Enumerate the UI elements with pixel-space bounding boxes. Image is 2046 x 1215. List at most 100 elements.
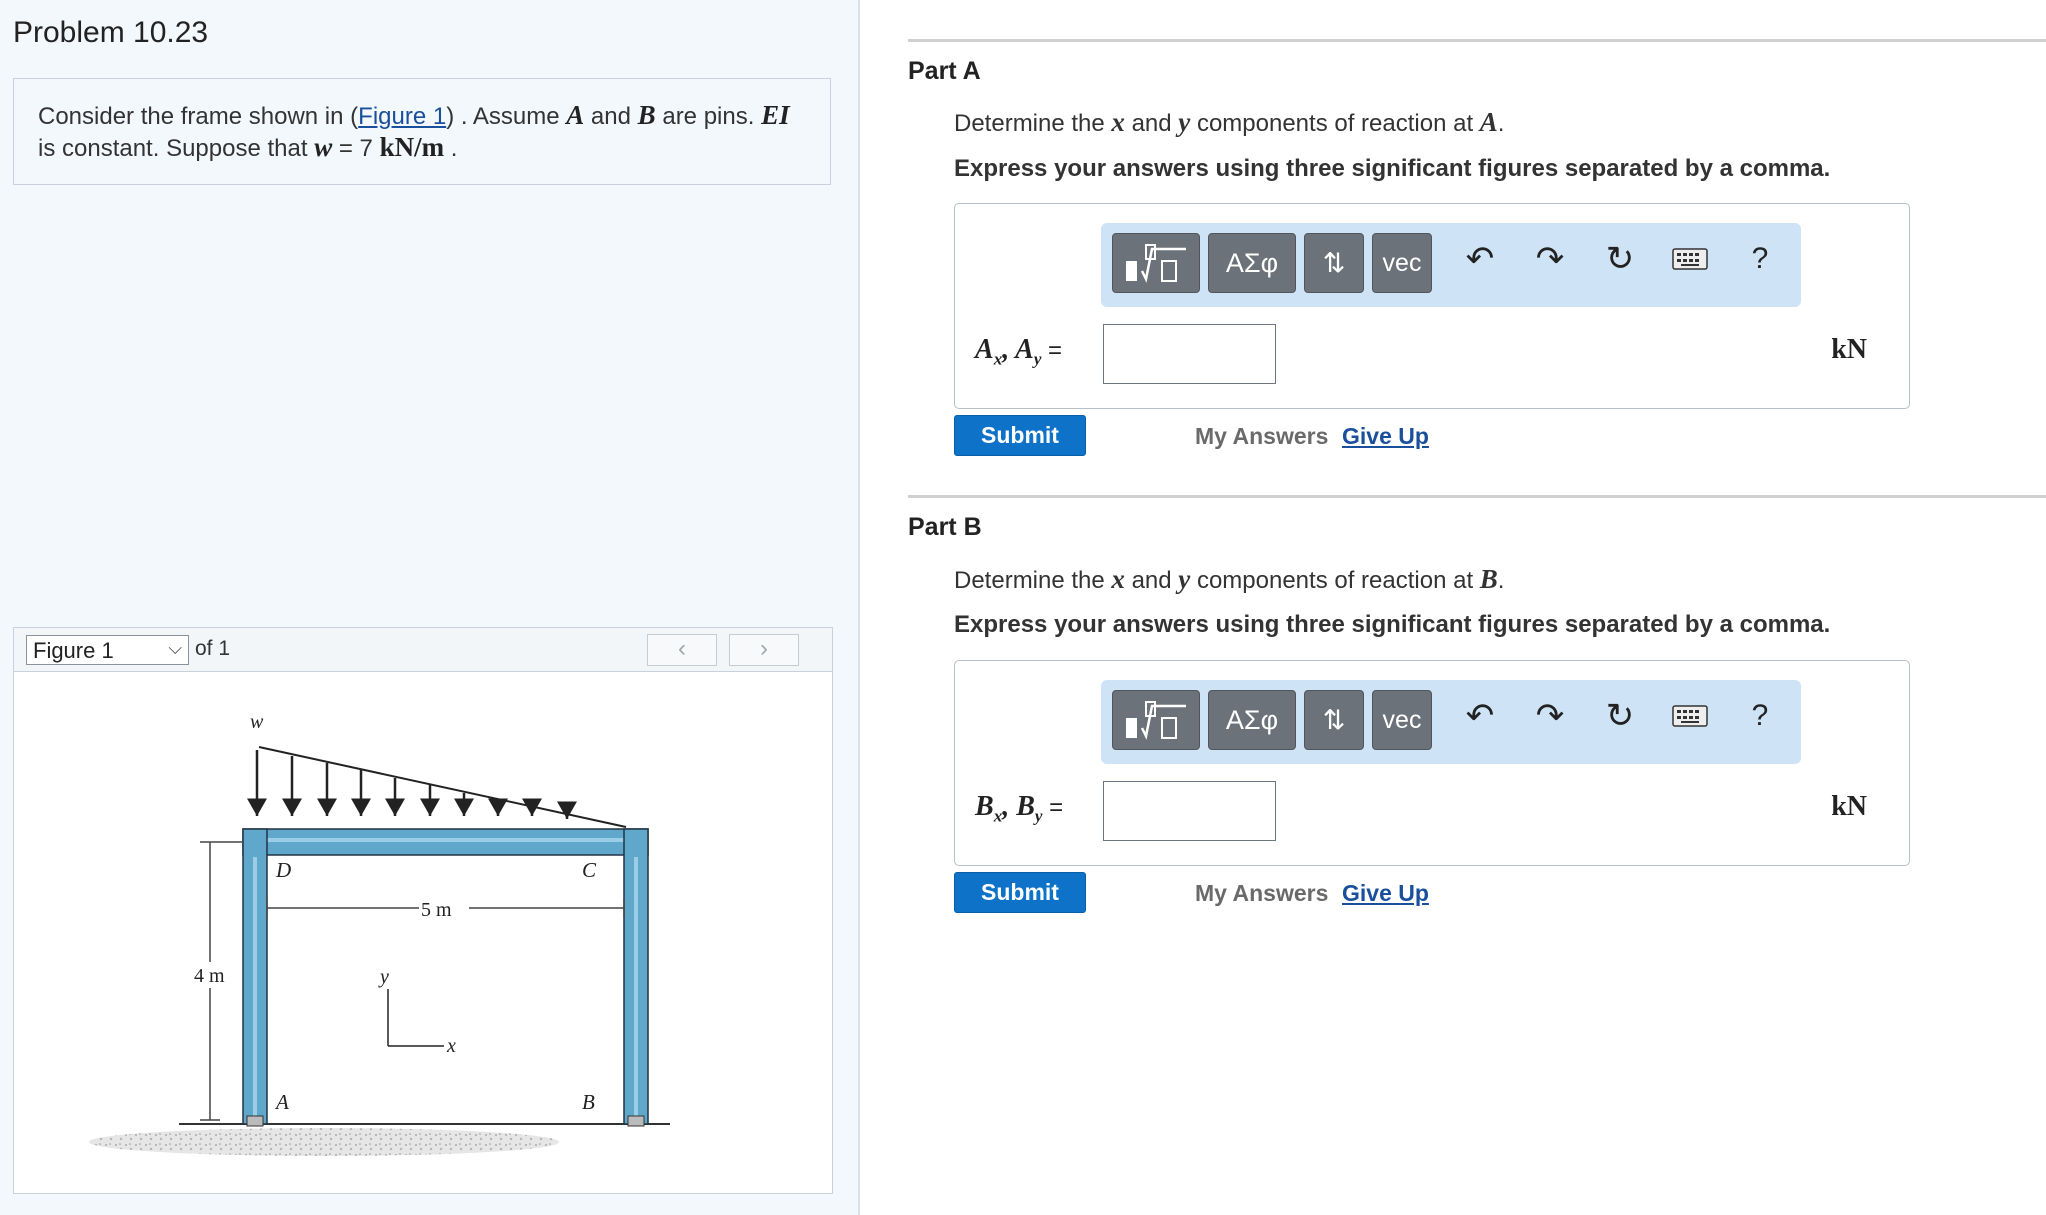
part-b-question: Determine the x and y components of reac… bbox=[954, 564, 1504, 595]
part-a-instruction: Express your answers using three signifi… bbox=[954, 155, 1831, 182]
problem-text: . bbox=[444, 135, 458, 162]
figure-link[interactable]: Figure 1 bbox=[358, 103, 446, 130]
previous-figure-button[interactable]: ‹ bbox=[647, 634, 717, 666]
figure-viewer: w 5 m 4 m D C A B y x bbox=[13, 672, 833, 1194]
undo-button[interactable]: ↶ bbox=[1458, 237, 1502, 281]
label-sep: , bbox=[1002, 334, 1016, 365]
var-y: y bbox=[1178, 564, 1191, 594]
label-var: A bbox=[975, 334, 994, 365]
keyboard-button[interactable] bbox=[1668, 694, 1712, 738]
frame-figure: w 5 m 4 m D C A B y x bbox=[89, 711, 670, 1156]
redo-button[interactable]: ↷ bbox=[1528, 694, 1572, 738]
reset-button[interactable]: ↻ bbox=[1598, 694, 1642, 738]
give-up-link[interactable]: Give Up bbox=[1342, 880, 1429, 907]
problem-statement: Consider the frame shown in (Figure 1) .… bbox=[13, 78, 831, 185]
my-answers-link[interactable]: My Answers bbox=[1195, 423, 1328, 450]
redo-icon: ↷ bbox=[1535, 697, 1565, 735]
var-point: B bbox=[1479, 564, 1498, 594]
answer-unit: kN bbox=[1831, 334, 1867, 365]
question-text: and bbox=[1124, 110, 1179, 137]
figure-count: of 1 bbox=[195, 637, 231, 660]
problem-text: = 7 bbox=[332, 135, 380, 162]
x-axis-label: x bbox=[446, 1035, 456, 1057]
problem-panel: Problem 10.23 Consider the frame shown i… bbox=[0, 0, 860, 1215]
subscript-superscript-button[interactable]: ⇅ bbox=[1304, 233, 1364, 293]
problem-text: ) . Assume bbox=[446, 103, 567, 130]
height-label: 4 m bbox=[194, 965, 225, 987]
part-b-title: Part B bbox=[908, 513, 982, 541]
y-axis-label: y bbox=[378, 966, 389, 988]
divider bbox=[908, 495, 2046, 498]
answer-input[interactable] bbox=[1103, 781, 1276, 841]
load-label: w bbox=[250, 711, 264, 733]
point-d-label: D bbox=[275, 858, 291, 882]
label-var: B bbox=[1016, 791, 1035, 822]
greek-symbols-button[interactable]: ΑΣφ bbox=[1208, 690, 1296, 750]
templates-button[interactable] bbox=[1112, 690, 1200, 750]
question-text: Determine the bbox=[954, 110, 1112, 137]
point-a-label: A bbox=[274, 1090, 289, 1114]
next-figure-button[interactable]: › bbox=[729, 634, 799, 666]
reset-icon: ↻ bbox=[1605, 697, 1635, 735]
vector-button[interactable]: vec bbox=[1372, 233, 1432, 293]
part-a-question: Determine the x and y components of reac… bbox=[954, 107, 1504, 138]
point-b-label: B bbox=[582, 1090, 595, 1114]
pin-support-a bbox=[246, 1115, 264, 1127]
math-toolbar: ΑΣφ ⇅ vec ↶ ↷ ↻ ? bbox=[1101, 223, 1801, 307]
question-text: components of reaction at bbox=[1190, 110, 1480, 137]
templates-button[interactable] bbox=[1112, 233, 1200, 293]
give-up-link[interactable]: Give Up bbox=[1342, 423, 1429, 450]
point-c-label: C bbox=[582, 858, 597, 882]
question-text: components of reaction at bbox=[1190, 567, 1480, 594]
load-arrows bbox=[247, 750, 577, 819]
problem-title: Problem 10.23 bbox=[13, 16, 209, 49]
part-a-answer-box: ΑΣφ ⇅ vec ↶ ↷ ↻ ? Ax, Ay = kN bbox=[954, 203, 1910, 409]
redo-icon: ↷ bbox=[1535, 240, 1565, 278]
problem-text: and bbox=[584, 103, 638, 130]
label-var: A bbox=[1015, 334, 1034, 365]
span-label: 5 m bbox=[421, 899, 452, 921]
problem-text: is constant. Suppose that bbox=[38, 135, 315, 162]
greek-symbols-button[interactable]: ΑΣφ bbox=[1208, 233, 1296, 293]
submit-button[interactable]: Submit bbox=[954, 415, 1086, 456]
chevron-left-icon: ‹ bbox=[678, 635, 686, 662]
math-toolbar: ΑΣφ ⇅ vec ↶ ↷ ↻ ? bbox=[1101, 680, 1801, 764]
figure-toolbar: Figure 1 ⌵ of 1 ‹ › bbox=[13, 627, 833, 672]
reset-icon: ↻ bbox=[1605, 240, 1635, 278]
var-a: A bbox=[566, 100, 585, 130]
undo-icon: ↶ bbox=[1465, 697, 1495, 735]
answer-input[interactable] bbox=[1103, 324, 1276, 384]
undo-button[interactable]: ↶ bbox=[1458, 694, 1502, 738]
figure-select[interactable]: Figure 1 ⌵ bbox=[26, 635, 189, 665]
load-unit: kN/m bbox=[379, 132, 445, 162]
question-text: . bbox=[1497, 110, 1505, 137]
answer-unit: kN bbox=[1831, 791, 1867, 822]
keyboard-button[interactable] bbox=[1668, 237, 1712, 281]
question-text: . bbox=[1497, 567, 1505, 594]
var-ei: EI bbox=[761, 100, 790, 130]
question-text: and bbox=[1124, 567, 1179, 594]
vector-button[interactable]: vec bbox=[1372, 690, 1432, 750]
redo-button[interactable]: ↷ bbox=[1528, 237, 1572, 281]
help-button[interactable]: ? bbox=[1738, 694, 1782, 738]
answer-panel: Part A Determine the x and y components … bbox=[860, 0, 2046, 1215]
fraction-sqrt-templates-icon bbox=[1126, 701, 1186, 740]
part-a-title: Part A bbox=[908, 57, 981, 85]
subscript-superscript-button[interactable]: ⇅ bbox=[1304, 690, 1364, 750]
help-button[interactable]: ? bbox=[1738, 237, 1782, 281]
my-answers-link[interactable]: My Answers bbox=[1195, 880, 1328, 907]
answer-label: Bx, By = bbox=[975, 791, 1063, 827]
var-w: w bbox=[314, 132, 333, 162]
var-b: B bbox=[637, 100, 656, 130]
chevron-down-icon: ⌵ bbox=[168, 638, 182, 658]
submit-button[interactable]: Submit bbox=[954, 872, 1086, 913]
var-x: x bbox=[1111, 564, 1125, 594]
load-line bbox=[258, 746, 627, 828]
part-b-instruction: Express your answers using three signifi… bbox=[954, 611, 1831, 638]
figure-select-value: Figure 1 bbox=[33, 638, 114, 663]
answer-label: Ax, Ay = bbox=[975, 334, 1062, 370]
label-var: B bbox=[975, 791, 994, 822]
label-eq: = bbox=[1042, 794, 1064, 821]
part-b-answer-box: ΑΣφ ⇅ vec ↶ ↷ ↻ ? Bx, By = kN bbox=[954, 660, 1910, 866]
reset-button[interactable]: ↻ bbox=[1598, 237, 1642, 281]
